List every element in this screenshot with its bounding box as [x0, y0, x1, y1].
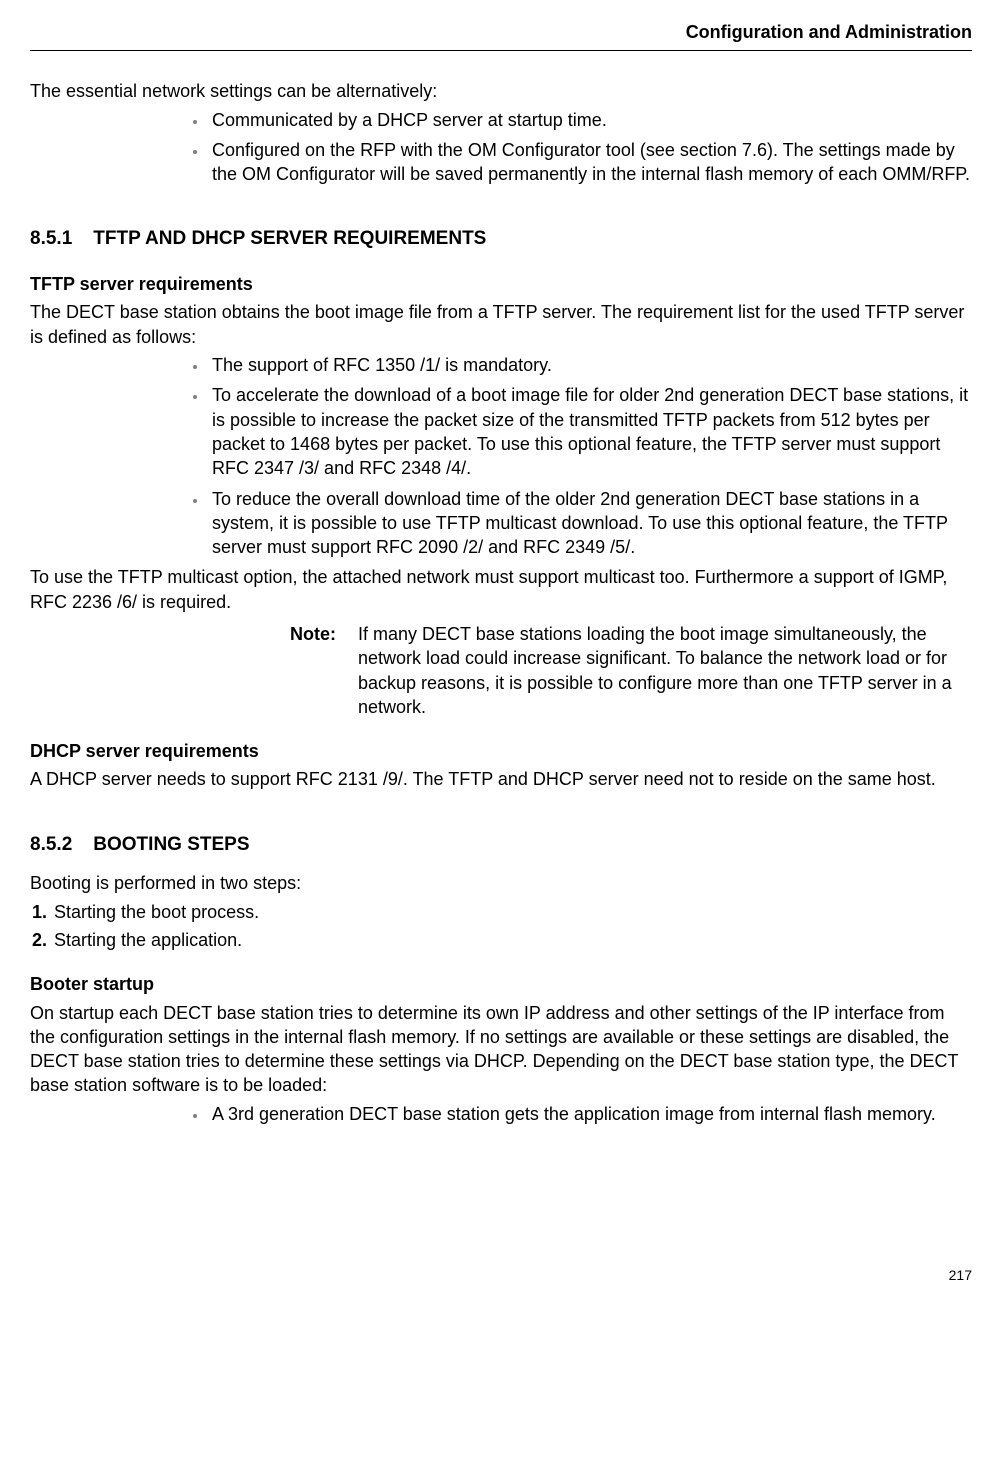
page-number: 217: [30, 1266, 972, 1285]
intro-bullets: Communicated by a DHCP server at startup…: [30, 108, 972, 187]
booting-intro-text: Booting is performed in two steps:: [30, 871, 972, 895]
tftp-after-text: To use the TFTP multicast option, the at…: [30, 565, 972, 614]
booter-text: On startup each DECT base station tries …: [30, 1001, 972, 1098]
booter-bullets: A 3rd generation DECT base station gets …: [30, 1102, 972, 1126]
list-item: To accelerate the download of a boot ima…: [208, 383, 972, 480]
note-label: Note:: [290, 622, 358, 719]
dhcp-subheading: DHCP server requirements: [30, 739, 972, 763]
section-heading-852: 8.5.2 BOOTING STEPS: [30, 832, 972, 858]
note-block: Note: If many DECT base stations loading…: [30, 622, 972, 719]
list-item: A 3rd generation DECT base station gets …: [208, 1102, 972, 1126]
note-text: If many DECT base stations loading the b…: [358, 622, 972, 719]
dhcp-text: A DHCP server needs to support RFC 2131 …: [30, 767, 972, 791]
section-heading-851: 8.5.1 TFTP AND DHCP SERVER REQUIREMENTS: [30, 226, 972, 252]
tftp-bullets: The support of RFC 1350 /1/ is mandatory…: [30, 353, 972, 559]
page-header-title: Configuration and Administration: [30, 20, 972, 44]
list-item: Starting the application.: [52, 928, 972, 952]
section-title: TFTP AND DHCP SERVER REQUIREMENTS: [93, 228, 486, 249]
section-number: 8.5.2: [30, 832, 88, 858]
section-title: BOOTING STEPS: [93, 834, 249, 855]
list-item: The support of RFC 1350 /1/ is mandatory…: [208, 353, 972, 377]
header-rule: [30, 50, 972, 51]
list-item: Communicated by a DHCP server at startup…: [208, 108, 972, 132]
booter-subheading: Booter startup: [30, 972, 972, 996]
list-item: Configured on the RFP with the OM Config…: [208, 138, 972, 187]
section-number: 8.5.1: [30, 226, 88, 252]
list-item: Starting the boot process.: [52, 900, 972, 924]
list-item: To reduce the overall download time of t…: [208, 487, 972, 560]
booting-steps: Starting the boot process. Starting the …: [30, 900, 972, 953]
intro-text: The essential network settings can be al…: [30, 79, 972, 103]
tftp-intro-text: The DECT base station obtains the boot i…: [30, 300, 972, 349]
tftp-subheading: TFTP server requirements: [30, 272, 972, 296]
